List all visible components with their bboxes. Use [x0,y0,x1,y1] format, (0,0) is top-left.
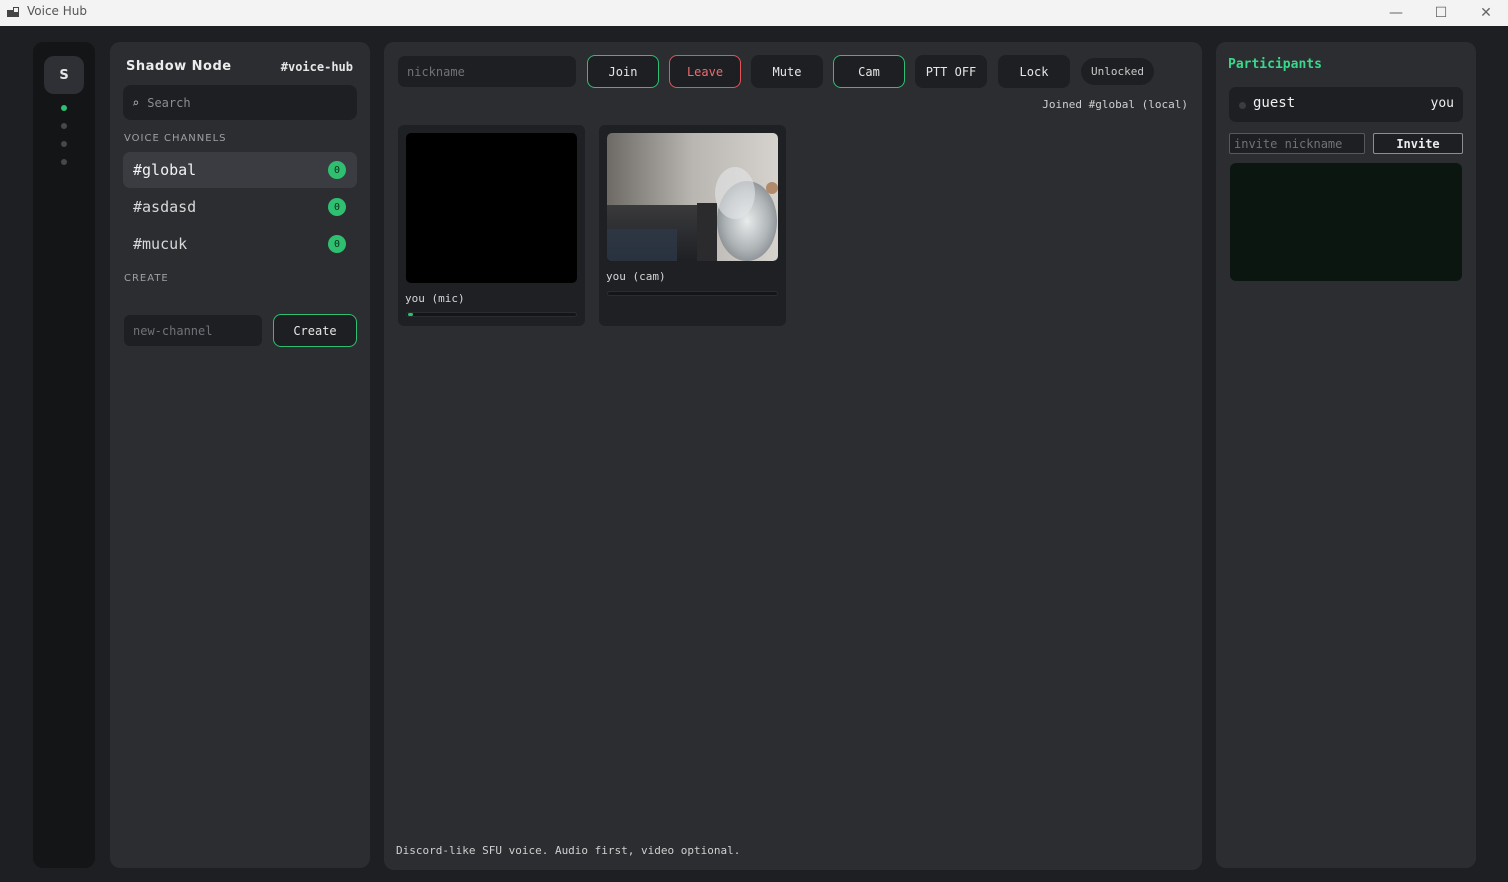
search-input[interactable] [147,95,338,110]
channel-item-global[interactable]: #global 0 [123,152,357,188]
main-panel: Join Leave Mute Cam PTT OFF Lock Unlocke… [384,42,1202,870]
audio-level-fill [408,313,414,316]
channel-count-badge: 0 [328,235,346,253]
participant-tile-mic: you (mic) [398,125,585,326]
audio-level-meter [607,291,778,296]
participant-tag: you [1430,96,1454,111]
join-button[interactable]: Join [587,55,659,88]
create-channel-button[interactable]: Create [273,314,357,347]
server-rail: S [33,42,95,868]
activity-log [1230,163,1462,281]
tile-label: you (cam) [606,270,666,283]
server-avatar[interactable]: S [44,56,84,94]
participant-row[interactable]: guest you [1229,87,1463,122]
server-dot[interactable] [61,159,67,165]
audio-tile-preview [406,133,577,283]
channel-name: #mucuk [133,235,188,253]
channel-name: #asdasd [133,198,197,216]
leave-button[interactable]: Leave [669,55,741,88]
channel-count-badge: 0 [328,198,346,216]
app-body: S Shadow Node #voice-hub ⌕ VOICE CHANNEL… [0,26,1508,882]
nickname-input[interactable] [398,56,576,87]
maximize-icon: ☐ [1434,5,1448,21]
camera-video-feed [607,133,778,261]
participant-tile-cam: you (cam) [599,125,786,326]
audio-level-meter [406,312,577,317]
app-icon [7,7,19,17]
channel-item-mucuk[interactable]: #mucuk 0 [123,226,357,262]
server-dot[interactable] [61,141,67,147]
server-dot[interactable] [61,105,67,111]
hub-tag: #voice-hub [280,60,353,74]
window-titlebar: Voice Hub — ☐ ✕ [0,0,1508,26]
search-icon: ⌕ [132,95,140,110]
channel-count-badge: 0 [328,161,346,179]
channel-name: #global [133,161,197,179]
maximize-button[interactable]: ☐ [1418,0,1464,26]
server-name: Shadow Node [126,59,232,74]
connection-status: Joined #global (local) [1042,98,1188,111]
channel-sidebar: Shadow Node #voice-hub ⌕ VOICE CHANNELS … [110,42,370,868]
close-button[interactable]: ✕ [1463,0,1508,26]
voice-channels-heading: VOICE CHANNELS [124,133,227,144]
minimize-icon: — [1389,5,1403,21]
create-heading: CREATE [124,273,169,284]
mute-button[interactable]: Mute [751,55,823,88]
footer-info: Discord-like SFU voice. Audio first, vid… [396,844,741,857]
channel-search[interactable]: ⌕ [123,85,357,120]
new-channel-input[interactable] [124,315,262,346]
participant-name: guest [1253,95,1296,111]
close-icon: ✕ [1480,5,1492,21]
server-dot[interactable] [61,123,67,129]
participants-heading: Participants [1228,57,1322,72]
minimize-button[interactable]: — [1373,0,1419,26]
window-title: Voice Hub [27,4,87,18]
lock-button[interactable]: Lock [998,55,1070,88]
camera-frame [607,133,778,261]
tile-label: you (mic) [405,292,465,305]
ptt-toggle-button[interactable]: PTT OFF [915,55,987,88]
participants-panel: Participants guest you Invite [1216,42,1476,868]
create-channel-row: Create [124,314,357,347]
invite-nickname-input[interactable] [1229,133,1365,154]
lock-status-pill: Unlocked [1081,58,1154,85]
channel-item-asdasd[interactable]: #asdasd 0 [123,189,357,225]
cam-button[interactable]: Cam [833,55,905,88]
status-dot-icon [1239,102,1246,109]
invite-button[interactable]: Invite [1373,133,1463,154]
